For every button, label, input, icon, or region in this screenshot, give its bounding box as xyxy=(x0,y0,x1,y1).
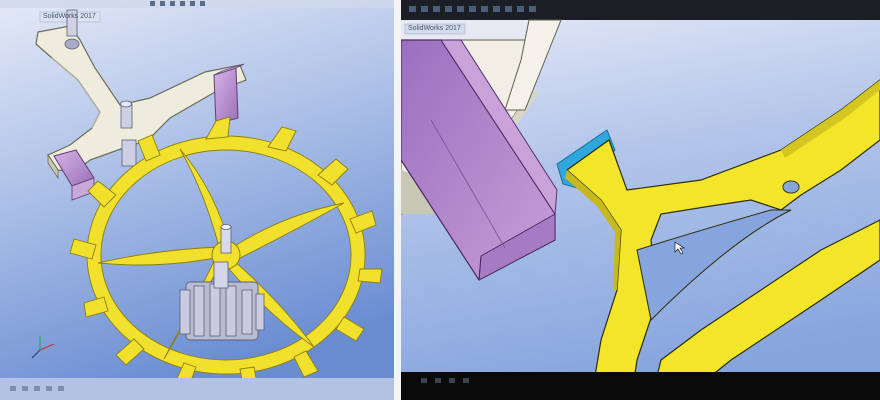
panel-divider xyxy=(394,0,401,400)
right-cad-viewport[interactable]: SolidWorks 2017 xyxy=(401,0,880,400)
left-viewport-graphics xyxy=(0,0,394,400)
left-cad-viewport[interactable]: SolidWorks 2017 xyxy=(0,0,394,400)
left-window-title: SolidWorks 2017 xyxy=(43,13,96,20)
right-window-title: SolidWorks 2017 xyxy=(408,25,461,32)
photo-collage: SolidWorks 2017 SolidWorks 2017 xyxy=(0,0,880,400)
right-viewport-graphics xyxy=(401,0,880,400)
